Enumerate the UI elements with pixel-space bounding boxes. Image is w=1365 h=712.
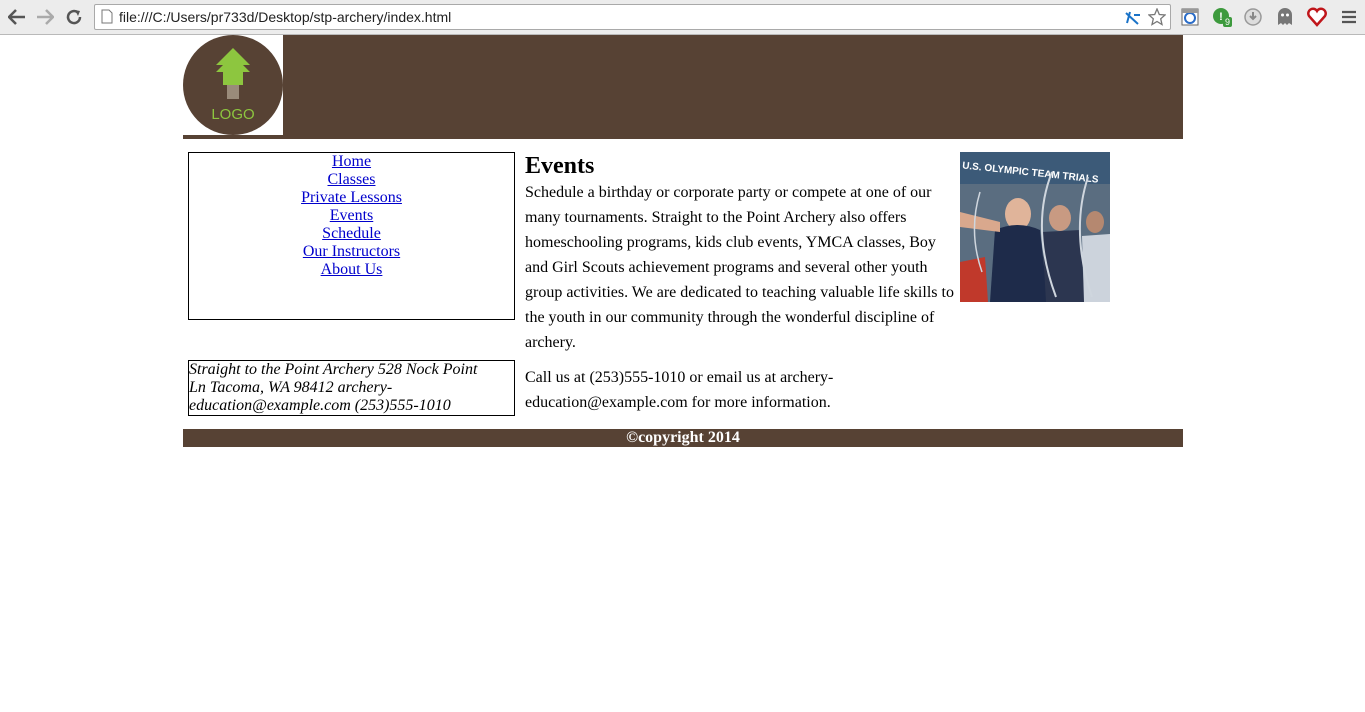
- archers-image: U.S. OLYMPIC TEAM TRIALS: [960, 152, 1110, 302]
- page-icon: [101, 9, 113, 24]
- nav-link-classes[interactable]: Classes: [189, 171, 514, 189]
- back-arrow-icon: [8, 9, 25, 25]
- menu-icon: [1342, 10, 1356, 24]
- site-footer: ©copyright 2014: [183, 429, 1183, 447]
- reload-icon: [66, 9, 82, 25]
- nav-link-private-lessons[interactable]: Private Lessons: [189, 189, 514, 207]
- archery-photo: U.S. OLYMPIC TEAM TRIALS: [960, 152, 1110, 302]
- bookmark-star-icon[interactable]: [1148, 8, 1166, 26]
- nav-link-events[interactable]: Events: [189, 207, 514, 225]
- ghostery-button[interactable]: [1274, 6, 1296, 28]
- grey-extension-icon: [1244, 8, 1262, 26]
- browser-toolbar: ! 9: [0, 0, 1365, 35]
- heart-extension-icon: [1307, 7, 1327, 27]
- nav-link-about-us[interactable]: About Us: [189, 261, 514, 279]
- back-button[interactable]: [5, 5, 29, 29]
- events-description: Schedule a birthday or corporate party o…: [525, 184, 954, 351]
- reload-button[interactable]: [62, 5, 86, 29]
- nav-link-our-instructors[interactable]: Our Instructors: [189, 243, 514, 261]
- heart-extension-button[interactable]: [1306, 6, 1328, 28]
- ie-tab-icon: [1181, 8, 1199, 26]
- menu-button[interactable]: [1338, 6, 1360, 28]
- logo[interactable]: LOGO: [183, 35, 283, 135]
- contact-paragraph: Call us at (253)555-1010 or email us at …: [525, 369, 834, 411]
- translate-icon[interactable]: [1124, 10, 1142, 26]
- forward-arrow-icon: [37, 9, 54, 25]
- ie-tab-button[interactable]: [1179, 6, 1201, 28]
- nav-link-schedule[interactable]: Schedule: [189, 225, 514, 243]
- contact-address: Straight to the Point Archery 528 Nock P…: [188, 360, 515, 416]
- evernote-button[interactable]: ! 9: [1211, 6, 1233, 28]
- page-title: Events: [525, 153, 595, 179]
- logo-text: LOGO: [211, 106, 254, 123]
- site-header: LOGO: [183, 35, 1183, 135]
- address-bar[interactable]: [94, 4, 1171, 30]
- logo-image: LOGO: [183, 35, 283, 135]
- extension-badge: 9: [1223, 17, 1233, 27]
- page-container: LOGO Home Classes Private Lessons Events…: [183, 35, 1183, 447]
- ghostery-icon: [1278, 8, 1292, 25]
- main-navigation: Home Classes Private Lessons Events Sche…: [188, 152, 515, 320]
- nav-link-home[interactable]: Home: [189, 153, 514, 171]
- main-content: Events Schedule a birthday or corporate …: [525, 152, 960, 415]
- grey-extension-button[interactable]: [1242, 6, 1264, 28]
- forward-button[interactable]: [33, 5, 57, 29]
- url-input[interactable]: [119, 7, 1109, 27]
- header-divider: [183, 135, 1183, 139]
